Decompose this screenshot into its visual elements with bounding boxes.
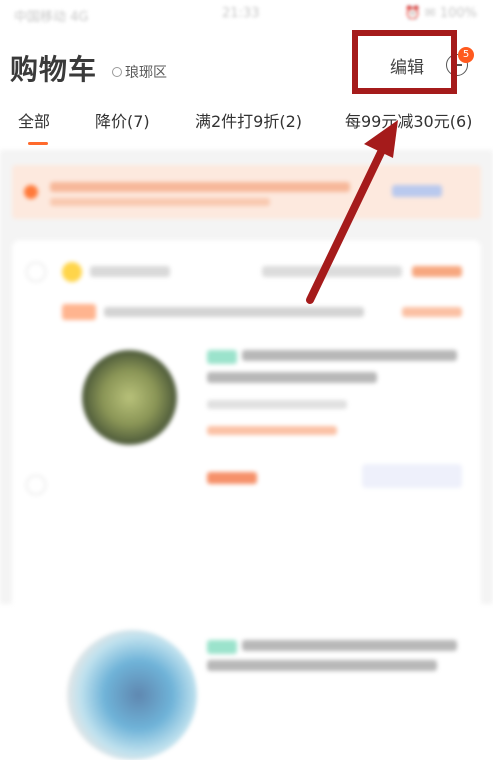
filter-tabs: 全部 降价(7) 满2件打9折(2) 每99元减30元(6) — [0, 108, 493, 148]
product-price — [207, 472, 257, 484]
store-checkbox — [26, 262, 46, 282]
location-label: 琅琊区 — [125, 65, 167, 81]
status-icons: ⏰ ✉ 100% — [404, 6, 477, 21]
item-checkbox — [26, 475, 46, 495]
cart-content-blurred — [0, 150, 493, 760]
notice-banner — [12, 165, 481, 219]
promo-tag — [62, 304, 96, 320]
notice-action — [392, 185, 442, 197]
location-selector[interactable]: 琅琊区 — [112, 62, 167, 82]
store-card — [12, 240, 481, 760]
active-tab-indicator — [28, 142, 48, 145]
message-badge: 5 — [458, 47, 474, 63]
tab-all[interactable]: 全部 — [18, 108, 50, 132]
status-carrier: 中国移动 4G — [14, 10, 89, 25]
quantity-stepper — [362, 464, 462, 488]
notice-icon — [24, 185, 38, 199]
location-pin-icon — [112, 67, 122, 77]
product-image-2 — [67, 630, 197, 760]
tab-99-minus-30[interactable]: 每99元减30元(6) — [345, 108, 472, 132]
annotation-highlight-box — [352, 30, 457, 94]
page-title: 购物车 — [10, 53, 98, 86]
status-bar: 中国移动 4G 21:33 ⏰ ✉ 100% — [0, 0, 493, 30]
tab-price-drop[interactable]: 降价(7) — [95, 108, 150, 132]
store-logo — [62, 262, 82, 282]
status-time: 21:33 — [222, 6, 260, 21]
product-image — [82, 350, 177, 445]
tab-discount-90[interactable]: 满2件打9折(2) — [195, 108, 302, 132]
